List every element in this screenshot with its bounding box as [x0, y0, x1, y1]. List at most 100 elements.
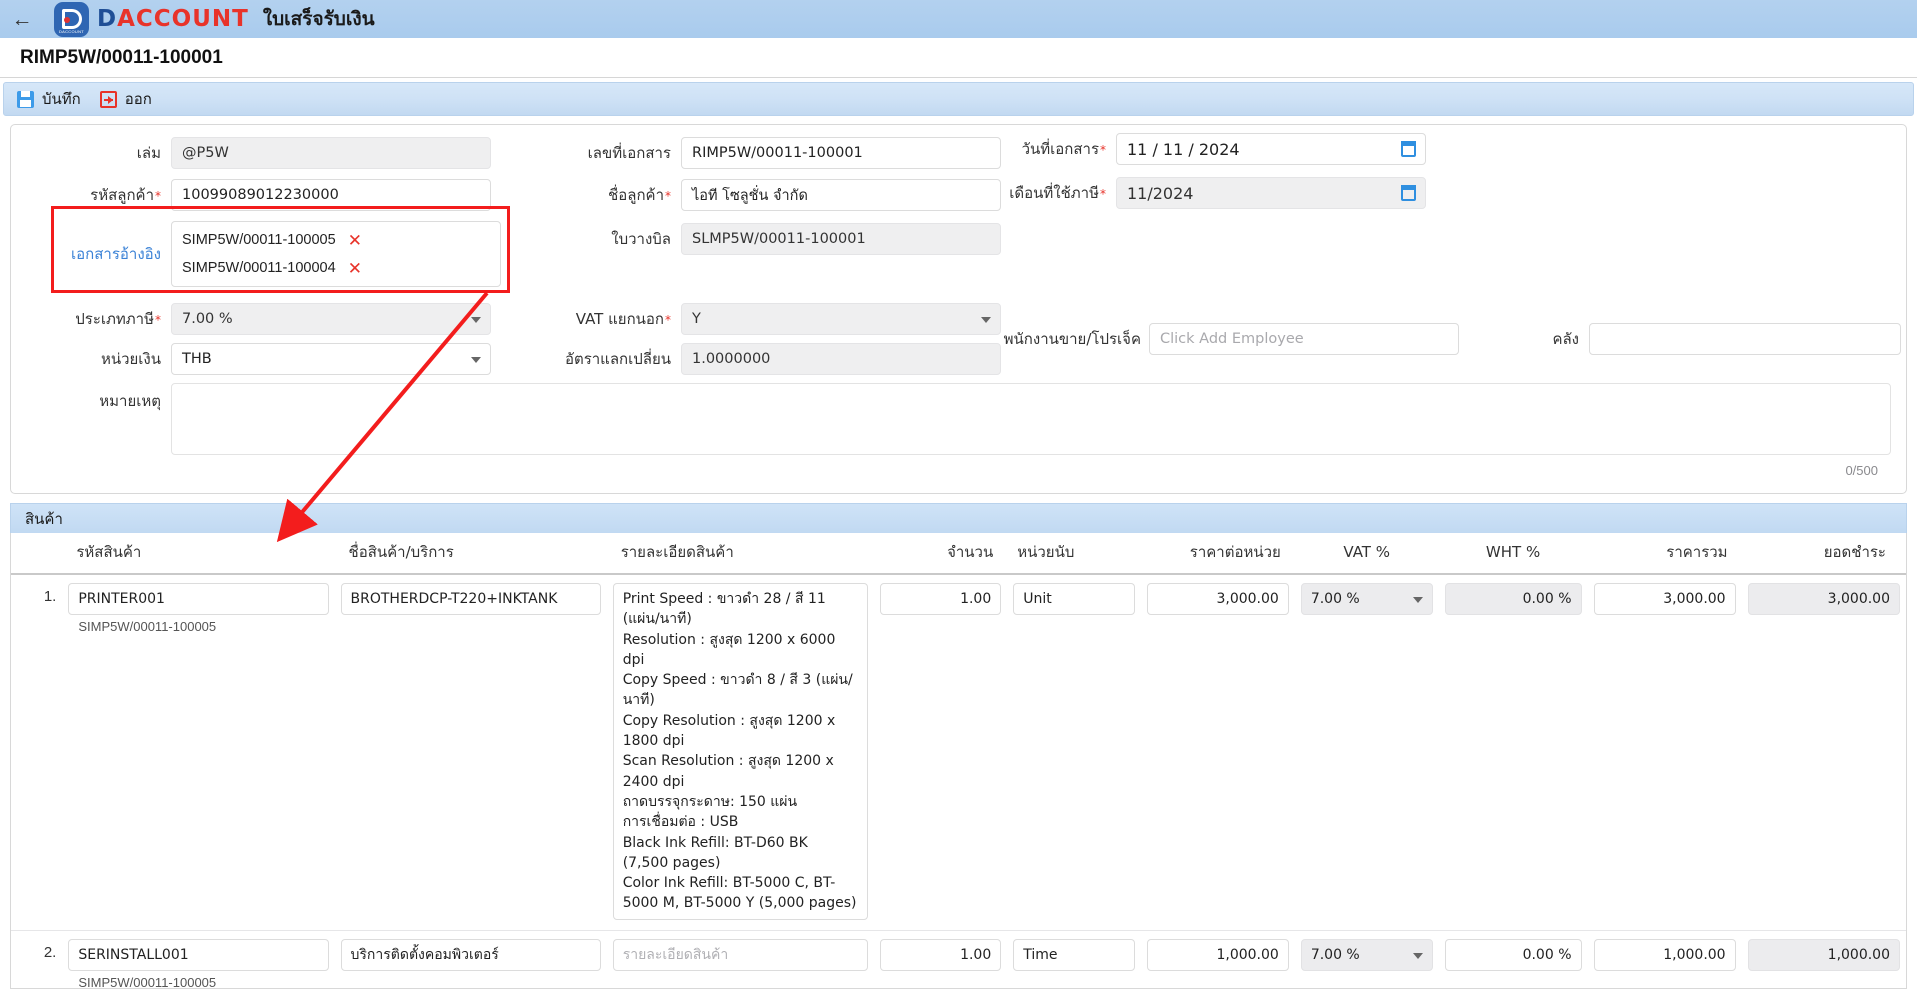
tax-type-select[interactable]: 7.00 % [171, 303, 491, 335]
cell-product-code: PRINTER001 SIMP5W/00011-100005 [62, 574, 335, 931]
cell-vat: 7.00 % [1294, 574, 1439, 931]
cell-wht: 0.00 % [1438, 930, 1588, 988]
remove-reference-icon[interactable]: ✕ [348, 232, 362, 249]
field-customer-name: ชื่อลูกค้า* ไอที โซลูชั่น จำกัด [511, 179, 1001, 211]
doc-no-label: เลขที่เอกสาร [587, 144, 671, 162]
reference-docs-label[interactable]: เอกสารอ้างอิง [11, 242, 161, 266]
cell-unit-price: 3,000.00 [1140, 574, 1295, 931]
currency-value: THB [182, 351, 212, 367]
field-exchange-rate: อัตราแลกเปลี่ยน 1.0000000 [511, 343, 1001, 375]
tax-month-label: เดือนที่ใช้ภาษี* [1009, 184, 1106, 202]
unit-price-input[interactable]: 3,000.00 [1146, 583, 1289, 616]
col-total: ราคารวม [1587, 533, 1742, 575]
doc-date-value: 11 / 11 / 2024 [1127, 139, 1240, 159]
calendar-icon[interactable] [1401, 185, 1416, 201]
row-index: 1. [11, 574, 63, 931]
note-label: หมายเหตุ [99, 392, 161, 410]
wht-input[interactable]: 0.00 % [1444, 938, 1582, 972]
tax-month-value: 11/2024 [1127, 183, 1194, 203]
cell-wht: 0.00 % [1438, 574, 1588, 931]
col-quantity: จำนวน [873, 533, 1008, 575]
vat-select[interactable]: 7.00 % [1300, 938, 1433, 972]
col-payable: ยอดชำระ [1741, 533, 1906, 575]
currency-label: หน่วยเงิน [100, 350, 161, 368]
chevron-down-icon [471, 317, 481, 323]
salesperson-placeholder: Click Add Employee [1160, 331, 1304, 347]
doc-no-input[interactable]: RIMP5W/00011-100001 [681, 137, 1001, 169]
cell-product-code: SERINSTALL001 SIMP5W/00011-100005 [62, 930, 335, 989]
logo-subtext: DACCOUNT [58, 28, 85, 34]
col-product-name: ชื่อสินค้า/บริการ [334, 533, 607, 575]
vat-value: 7.00 % [1310, 946, 1360, 963]
items-panel-title: สินค้า [25, 510, 63, 528]
product-code-input[interactable]: PRINTER001 [68, 583, 329, 616]
customer-code-input[interactable]: 10099089012230000 [171, 179, 491, 211]
tax-type-label: ประเภทภาษี* [75, 310, 161, 328]
note-textarea[interactable]: 0/500 [171, 383, 1891, 478]
unit-input[interactable]: Unit [1013, 583, 1135, 616]
col-index [11, 533, 63, 575]
cell-total: 1,000.00 [1587, 930, 1742, 988]
quantity-input[interactable]: 1.00 [879, 938, 1002, 972]
product-detail-input[interactable]: รายละเอียดสินค้า [612, 938, 868, 972]
vat-separate-label: VAT แยกนอก* [575, 310, 671, 328]
tax-month-input[interactable]: 11/2024 [1116, 177, 1426, 209]
vat-value: 7.00 % [1310, 591, 1360, 607]
billing-note-input: SLMP5W/00011-100001 [681, 223, 1001, 255]
cell-unit: Unit [1007, 574, 1141, 931]
product-name-input[interactable]: บริการติดตั้งคอมพิวเตอร์ [340, 938, 601, 972]
document-number-strip: RIMP5W/00011-100001 [0, 38, 1917, 78]
items-table: รหัสสินค้า ชื่อสินค้า/บริการ รายละเอียดส… [11, 533, 1906, 989]
cell-product-detail: Print Speed : ขาวดำ 28 / สี 11 (แผ่น/นาท… [606, 574, 874, 931]
col-wht: WHT % [1438, 533, 1588, 575]
warehouse-input[interactable] [1589, 323, 1901, 355]
items-header-row: รหัสสินค้า ชื่อสินค้า/บริการ รายละเอียดส… [11, 533, 1906, 575]
chevron-down-icon [1412, 597, 1423, 604]
product-name-input[interactable]: BROTHERDCP-T220+INKTANK [340, 583, 601, 616]
exchange-rate-input: 1.0000000 [681, 343, 1001, 375]
product-code-input[interactable]: SERINSTALL001 [68, 938, 329, 972]
save-button[interactable]: บันทึก [14, 84, 93, 114]
currency-select[interactable]: THB [171, 343, 491, 375]
items-table-body: 1. PRINTER001 SIMP5W/00011-100005 BROTHE… [11, 574, 1906, 989]
tax-type-value: 7.00 % [182, 311, 233, 327]
row-index: 2. [11, 930, 63, 988]
field-doc-date: วันที่เอกสาร* 11 / 11 / 2024 [971, 133, 1426, 165]
exit-button[interactable]: ออก [97, 84, 164, 114]
items-table-container[interactable]: รหัสสินค้า ชื่อสินค้า/บริการ รายละเอียดส… [10, 533, 1907, 989]
total-input[interactable]: 1,000.00 [1593, 938, 1736, 972]
payable-input: 3,000.00 [1747, 583, 1900, 616]
unit-input[interactable]: Time [1013, 938, 1135, 972]
daccount-logo-icon: DACCOUNT [54, 1, 89, 37]
warehouse-label: คลัง [1552, 330, 1579, 348]
product-detail-input[interactable]: Print Speed : ขาวดำ 28 / สี 11 (แผ่น/นาท… [612, 583, 868, 920]
cell-product-detail: รายละเอียดสินค้า [606, 930, 874, 988]
field-doc-no: เลขที่เอกสาร RIMP5W/00011-100001 [511, 137, 1001, 169]
reference-docs-list: SIMP5W/00011-100005 ✕ SIMP5W/00011-10000… [171, 221, 501, 287]
row-reference: SIMP5W/00011-100005 [78, 975, 217, 989]
cell-quantity: 1.00 [873, 574, 1008, 931]
salesperson-input[interactable]: Click Add Employee [1149, 323, 1459, 355]
exit-button-label: ออก [124, 91, 152, 108]
chevron-down-icon [1412, 952, 1423, 959]
volume-input: @P5W [171, 137, 491, 169]
billing-note-label: ใบวางบิล [611, 230, 671, 248]
back-arrow-icon[interactable]: ← [0, 0, 44, 38]
vat-separate-select[interactable]: Y [681, 303, 1001, 335]
reference-doc-value: SIMP5W/00011-100004 [182, 260, 336, 276]
customer-name-input[interactable]: ไอที โซลูชั่น จำกัด [681, 179, 1001, 211]
calendar-icon[interactable] [1401, 141, 1416, 157]
vat-select[interactable]: 7.00 % [1300, 583, 1433, 616]
chevron-down-icon [471, 357, 481, 363]
quantity-input[interactable]: 1.00 [879, 583, 1002, 616]
reference-doc-item: SIMP5W/00011-100004 ✕ [182, 260, 490, 277]
cell-payable: 1,000.00 [1741, 930, 1906, 988]
unit-price-input[interactable]: 1,000.00 [1146, 938, 1289, 972]
table-row[interactable]: 2. SERINSTALL001 SIMP5W/00011-100005 บริ… [11, 930, 1906, 989]
note-value [172, 384, 1890, 398]
doc-date-input[interactable]: 11 / 11 / 2024 [1116, 133, 1426, 165]
col-unit: หน่วยนับ [1007, 533, 1141, 575]
table-row[interactable]: 1. PRINTER001 SIMP5W/00011-100005 BROTHE… [11, 574, 1906, 931]
remove-reference-icon[interactable]: ✕ [348, 260, 362, 277]
total-input[interactable]: 3,000.00 [1593, 583, 1736, 616]
